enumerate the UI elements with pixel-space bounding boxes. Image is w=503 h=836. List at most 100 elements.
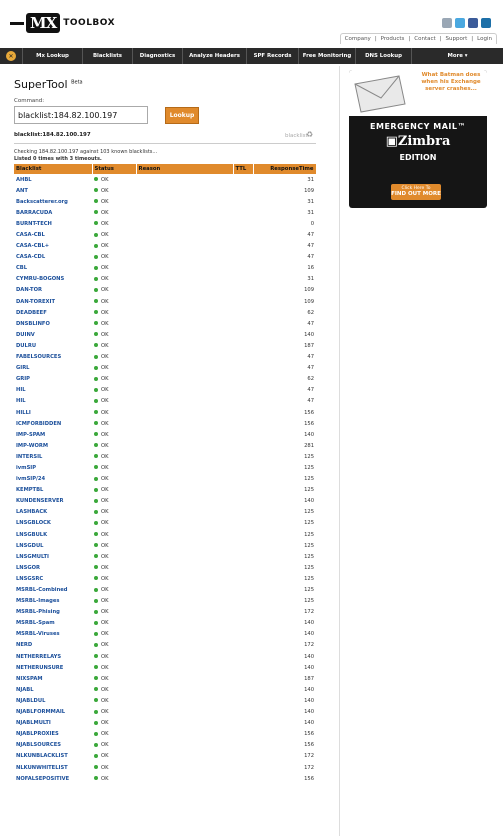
response-time: 281 bbox=[304, 442, 314, 449]
blacklist-name[interactable]: BURNT-TECH bbox=[14, 218, 92, 229]
facebook-icon[interactable] bbox=[468, 18, 478, 28]
blacklist-name[interactable]: ivmSIP bbox=[14, 462, 92, 473]
nav-free-monitoring[interactable]: Free Monitoring bbox=[298, 48, 355, 64]
nav-diagnostics[interactable]: Diagnostics bbox=[132, 48, 182, 64]
blacklist-name[interactable]: CASA-CDL bbox=[14, 252, 92, 263]
blacklist-name[interactable]: MSRBL-Spam bbox=[14, 618, 92, 629]
response-time: 140 bbox=[304, 331, 314, 338]
blacklist-name[interactable]: NJABL bbox=[14, 684, 92, 695]
nav-more[interactable]: More ▾ bbox=[411, 48, 503, 64]
link-products[interactable]: Products bbox=[381, 36, 405, 42]
linkedin-icon[interactable] bbox=[481, 18, 491, 28]
blacklist-name[interactable]: DUINV bbox=[14, 329, 92, 340]
response-time: 140 bbox=[304, 431, 314, 438]
blacklist-name[interactable]: NIXSPAM bbox=[14, 673, 92, 684]
blacklist-name[interactable]: CBL bbox=[14, 263, 92, 274]
blacklist-name[interactable]: NETHERRELAYS bbox=[14, 651, 92, 662]
blacklist-name[interactable]: NJABLFORMMAIL bbox=[14, 707, 92, 718]
blacklist-name[interactable]: KEMPTBL bbox=[14, 485, 92, 496]
blacklist-name[interactable]: NERD bbox=[14, 640, 92, 651]
blacklist-name[interactable]: BARRACUDA bbox=[14, 207, 92, 218]
nav-dns-lookup[interactable]: DNS Lookup bbox=[355, 48, 411, 64]
blacklist-name[interactable]: LNSGSRC bbox=[14, 573, 92, 584]
blacklist-name[interactable]: GIRL bbox=[14, 363, 92, 374]
blacklist-name[interactable]: ICMFORBIDDEN bbox=[14, 418, 92, 429]
nav-mx-lookup[interactable]: Mx Lookup bbox=[22, 48, 82, 64]
col-status[interactable]: Status bbox=[92, 164, 137, 174]
blacklist-name[interactable]: DULRU bbox=[14, 340, 92, 351]
blacklist-name[interactable]: LNSGOR bbox=[14, 562, 92, 573]
blacklist-name[interactable]: IMP-WORM bbox=[14, 440, 92, 451]
blacklist-name[interactable]: ANT bbox=[14, 185, 92, 196]
link-login[interactable]: Login bbox=[477, 36, 492, 42]
lookup-button[interactable]: Lookup bbox=[165, 107, 199, 124]
command-input[interactable] bbox=[14, 106, 148, 124]
blacklist-name[interactable]: NOFALSEPOSITIVE bbox=[14, 773, 92, 784]
blacklist-name[interactable]: DNSBLINFO bbox=[14, 318, 92, 329]
blacklist-name[interactable]: FABELSOURCES bbox=[14, 352, 92, 363]
blacklist-name[interactable]: MSRBL-Images bbox=[14, 596, 92, 607]
blacklist-tag[interactable]: blacklist bbox=[285, 133, 308, 139]
blacklist-name[interactable]: HILLI bbox=[14, 407, 92, 418]
blacklist-name[interactable]: DEADBEEF bbox=[14, 307, 92, 318]
twitter-icon[interactable] bbox=[455, 18, 465, 28]
status-ok-icon bbox=[94, 398, 98, 403]
blacklist-name[interactable]: AHBL bbox=[14, 174, 92, 185]
blacklist-name[interactable]: NJABLPROXIES bbox=[14, 729, 92, 740]
blacklist-name[interactable]: LNSGDUL bbox=[14, 540, 92, 551]
link-company[interactable]: Company bbox=[345, 36, 371, 42]
share-icon[interactable] bbox=[442, 18, 452, 28]
blacklist-name[interactable]: NJABLDUL bbox=[14, 695, 92, 706]
zimbra-ad-banner[interactable]: What Batman does when his Exchange serve… bbox=[349, 70, 487, 208]
blacklist-name[interactable]: DAN-TOR bbox=[14, 285, 92, 296]
link-support[interactable]: Support bbox=[446, 36, 468, 42]
ttl-cell bbox=[233, 407, 253, 418]
blacklist-name[interactable]: Backscatterer.org bbox=[14, 196, 92, 207]
blacklist-name[interactable]: ivmSIP/24 bbox=[14, 474, 92, 485]
blacklist-name[interactable]: INTERSIL bbox=[14, 451, 92, 462]
nav-spf-records[interactable]: SPF Records bbox=[246, 48, 298, 64]
blacklist-name[interactable]: IMP-SPAM bbox=[14, 429, 92, 440]
refresh-icon[interactable]: ♻ bbox=[306, 130, 313, 139]
nav-analyze-headers[interactable]: Analyze Headers bbox=[182, 48, 246, 64]
blacklist-name[interactable]: KUNDENSERVER bbox=[14, 496, 92, 507]
blacklist-name[interactable]: NJABLMULTI bbox=[14, 718, 92, 729]
col-ttl[interactable]: TTL bbox=[233, 164, 254, 174]
status-ok-icon bbox=[94, 177, 98, 182]
blacklist-name[interactable]: NJABLSOURCES bbox=[14, 740, 92, 751]
status-text: OK bbox=[101, 509, 109, 516]
blacklist-name[interactable]: CASA-CBL bbox=[14, 229, 92, 240]
blacklist-name[interactable]: MSRBL-Combined bbox=[14, 584, 92, 595]
blacklist-name[interactable]: NETHERUNSURE bbox=[14, 662, 92, 673]
blacklist-name[interactable]: LNSGBLOCK bbox=[14, 518, 92, 529]
blacklist-name[interactable]: GRIP bbox=[14, 374, 92, 385]
status-ok-icon bbox=[94, 254, 98, 259]
ttl-cell bbox=[233, 562, 253, 573]
response-time: 125 bbox=[304, 464, 314, 471]
response-time: 47 bbox=[307, 387, 314, 394]
mxtoolbox-logo[interactable]: MX TOOLBOX bbox=[10, 10, 115, 36]
nav-blacklists[interactable]: Blacklists bbox=[82, 48, 132, 64]
blacklist-name[interactable]: CASA-CBL+ bbox=[14, 241, 92, 252]
col-responsetime[interactable]: ResponseTime bbox=[253, 164, 317, 174]
blacklist-name[interactable]: LASHBACK bbox=[14, 507, 92, 518]
blacklist-name[interactable]: NLKUNBLACKLIST bbox=[14, 751, 92, 762]
divider bbox=[14, 143, 316, 144]
blacklist-name[interactable]: NLKUNWHITELIST bbox=[14, 762, 92, 773]
link-contact[interactable]: Contact bbox=[414, 36, 435, 42]
status-cell: OK bbox=[92, 363, 136, 374]
blacklist-name[interactable]: LNSGMULTI bbox=[14, 551, 92, 562]
blacklist-name[interactable]: DAN-TOREXIT bbox=[14, 296, 92, 307]
find-out-more-button[interactable]: Click Here To FIND OUT MORE bbox=[391, 184, 441, 200]
col-blacklist[interactable]: Blacklist bbox=[14, 164, 93, 174]
col-reason[interactable]: Reason bbox=[136, 164, 234, 174]
nav-home[interactable]: ✕ bbox=[0, 48, 22, 64]
blacklist-name[interactable]: HIL bbox=[14, 385, 92, 396]
blacklist-name[interactable]: CYMRU-BOGONS bbox=[14, 274, 92, 285]
main-nav: ✕ Mx Lookup Blacklists Diagnostics Analy… bbox=[0, 48, 503, 64]
blacklist-name[interactable]: MSRBL-Viruses bbox=[14, 629, 92, 640]
blacklist-name[interactable]: MSRBL-Phising bbox=[14, 607, 92, 618]
blacklist-name[interactable]: HIL bbox=[14, 396, 92, 407]
status-ok-icon bbox=[94, 742, 98, 747]
blacklist-name[interactable]: LNSGBULK bbox=[14, 529, 92, 540]
